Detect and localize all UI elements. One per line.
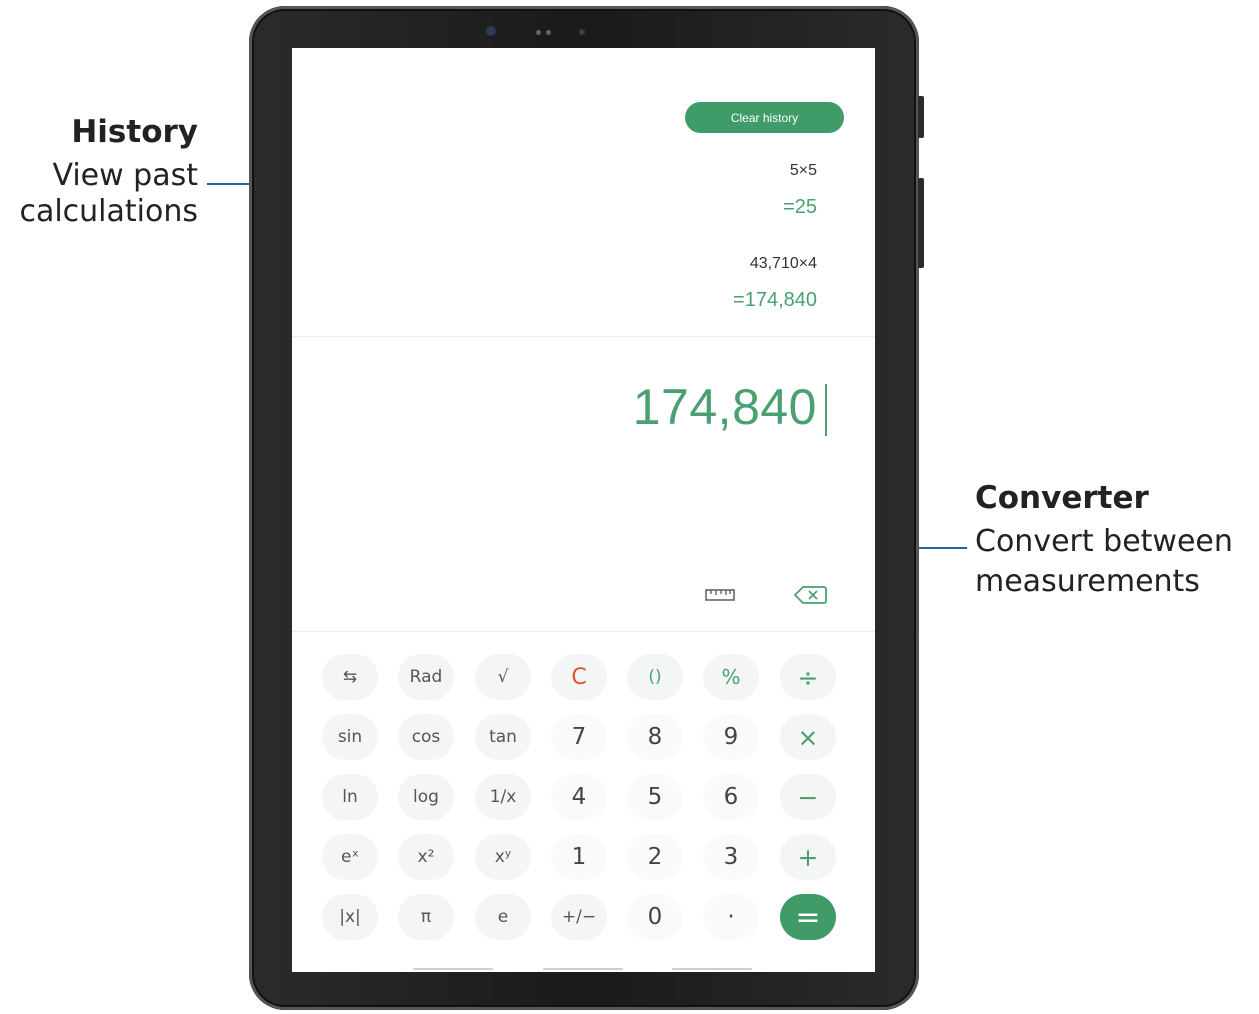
rad-button[interactable]: Rad — [398, 654, 454, 700]
sensor-icon — [579, 29, 585, 35]
digit-0-button[interactable]: 0 — [627, 894, 683, 940]
history-callout: History View past calculations — [19, 112, 198, 236]
digit-1-button[interactable]: 1 — [551, 834, 607, 880]
minus-button[interactable]: − — [780, 774, 836, 820]
pi-button[interactable]: π — [398, 894, 454, 940]
sin-button[interactable]: sin — [322, 714, 378, 760]
clear-button[interactable]: C — [551, 654, 607, 700]
recent-apps-nav[interactable] — [413, 968, 493, 970]
backspace-icon[interactable] — [793, 585, 827, 605]
sqrt-button[interactable]: √ — [475, 654, 531, 700]
converter-callout-title: Converter — [975, 480, 1149, 516]
digit-3-button[interactable]: 3 — [703, 834, 759, 880]
digit-5-button[interactable]: 5 — [627, 774, 683, 820]
cos-button[interactable]: cos — [398, 714, 454, 760]
volume-button — [918, 96, 924, 138]
equals-button[interactable]: = — [780, 894, 836, 940]
front-camera-icon — [486, 26, 496, 36]
back-nav[interactable] — [672, 968, 752, 970]
log-button[interactable]: log — [398, 774, 454, 820]
digit-6-button[interactable]: 6 — [703, 774, 759, 820]
digit-8-button[interactable]: 8 — [627, 714, 683, 760]
converter-callout: Converter Convert between measurements — [975, 478, 1233, 606]
sensor-icon — [546, 30, 551, 35]
swap-button[interactable]: ⇆ — [322, 654, 378, 700]
digit-2-button[interactable]: 2 — [627, 834, 683, 880]
parentheses-button[interactable]: () — [627, 654, 683, 700]
display-value[interactable]: 174,840 — [633, 378, 817, 436]
percent-button[interactable]: % — [703, 654, 759, 700]
digit-9-button[interactable]: 9 — [703, 714, 759, 760]
square-button[interactable]: x² — [398, 834, 454, 880]
converter-callout-desc-2: measurements — [975, 564, 1200, 599]
decimal-button[interactable]: · — [703, 894, 759, 940]
text-cursor — [825, 384, 827, 436]
power-button[interactable]: xʸ — [475, 834, 531, 880]
abs-button[interactable]: |x| — [322, 894, 378, 940]
history-result[interactable]: =25 — [783, 196, 817, 219]
ruler-icon[interactable] — [705, 587, 735, 603]
multiply-button[interactable]: × — [780, 714, 836, 760]
history-result[interactable]: =174,840 — [733, 289, 817, 312]
keypad-divider — [292, 631, 875, 632]
history-divider — [292, 336, 875, 337]
calculator-screen: Clear history 5×5 =25 43,710×4 =174,840 … — [292, 48, 875, 972]
power-button — [918, 178, 924, 268]
history-panel[interactable]: Clear history 5×5 =25 43,710×4 =174,840 — [292, 48, 875, 336]
keypad: ⇆ Rad √ C ()% ÷ sin cos tan 7 8 9 × ln log 1/x 4 5 6− eˣ x² x… — [322, 648, 852, 948]
divide-button[interactable]: ÷ — [780, 654, 836, 700]
tan-button[interactable]: tan — [475, 714, 531, 760]
history-expression[interactable]: 43,710×4 — [750, 255, 817, 273]
sensor-icon — [536, 30, 541, 35]
negate-button[interactable]: +/− — [551, 894, 607, 940]
history-callout-desc-2: calculations — [19, 194, 198, 229]
reciprocal-button[interactable]: 1/x — [475, 774, 531, 820]
e-button[interactable]: e — [475, 894, 531, 940]
home-nav[interactable] — [543, 968, 623, 970]
plus-button[interactable]: + — [780, 834, 836, 880]
ln-button[interactable]: ln — [322, 774, 378, 820]
history-callout-title: History — [71, 114, 198, 150]
exp-button[interactable]: eˣ — [322, 834, 378, 880]
history-expression[interactable]: 5×5 — [790, 162, 817, 180]
digit-4-button[interactable]: 4 — [551, 774, 607, 820]
clear-history-button[interactable]: Clear history — [685, 102, 844, 133]
digit-7-button[interactable]: 7 — [551, 714, 607, 760]
